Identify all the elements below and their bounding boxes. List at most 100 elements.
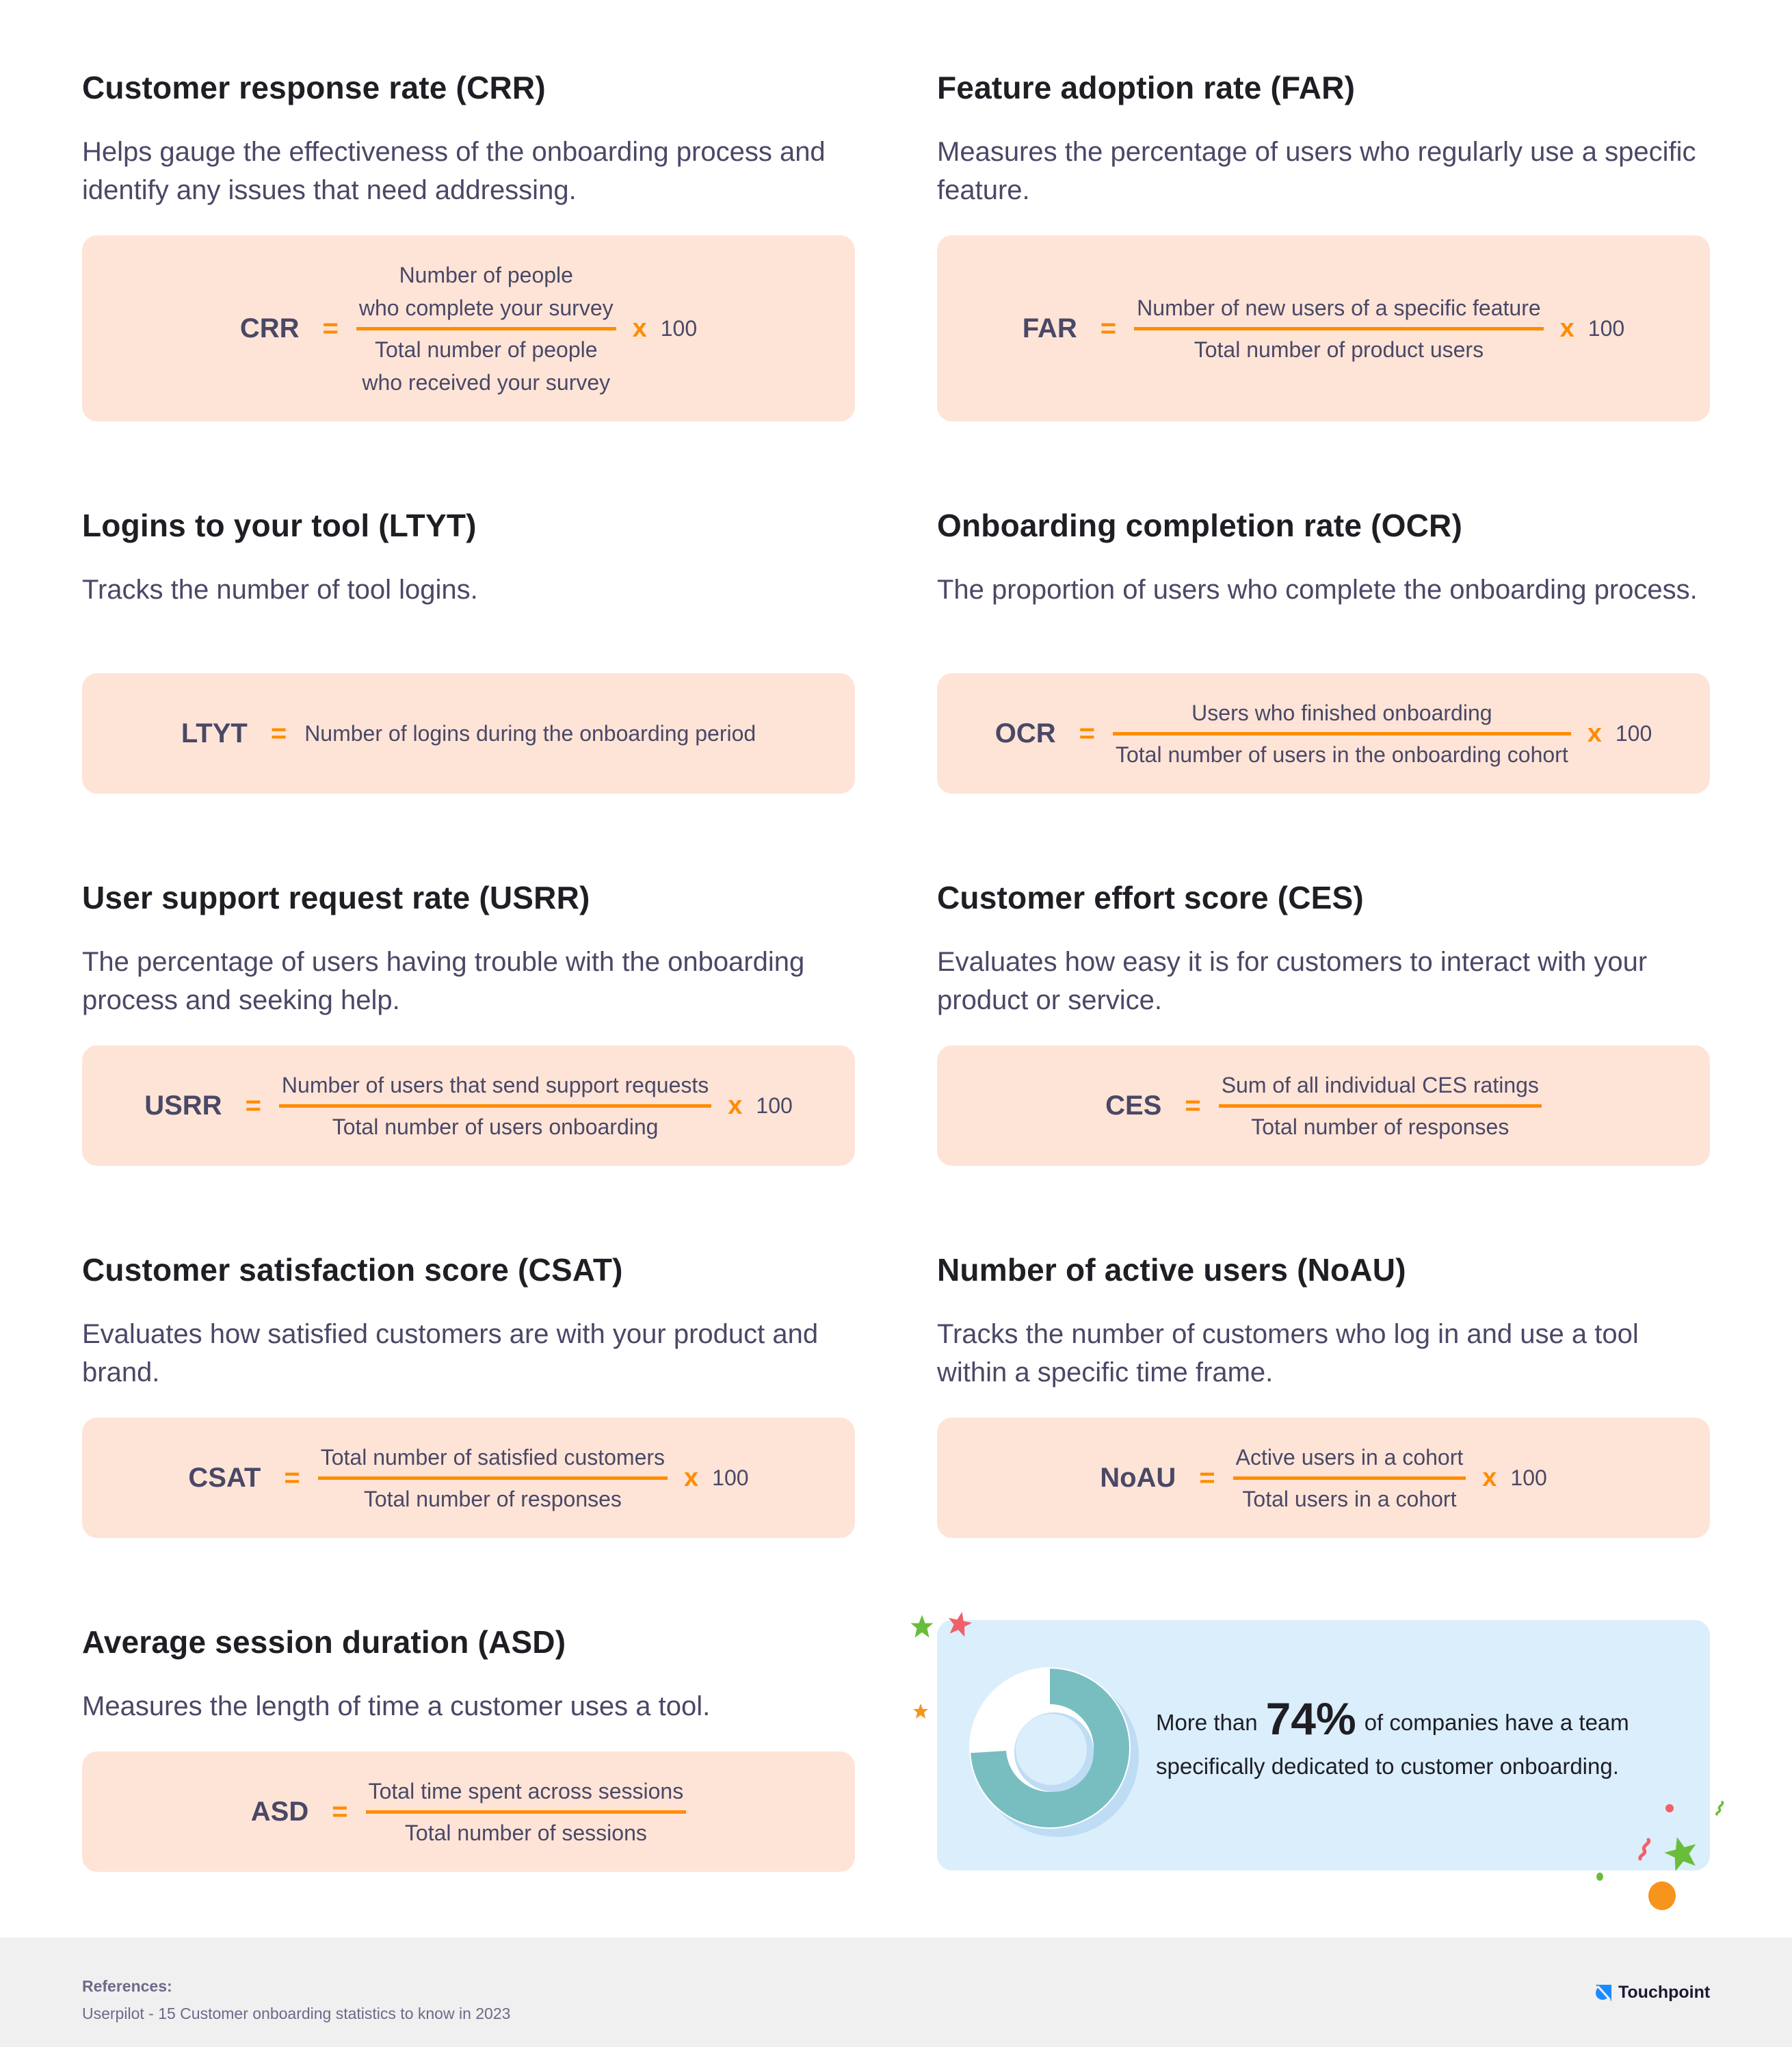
formula-box-csat: CSAT = Total number of satisfied custome… <box>82 1418 855 1538</box>
formula-box-ltyt: LTYT = Number of logins during the onboa… <box>82 673 855 794</box>
footer: References: Userpilot - 15 Customer onbo… <box>0 1938 1792 2047</box>
multiplier: 100 <box>660 315 698 341</box>
multiplier: 100 <box>712 1465 749 1490</box>
stat-text: More than 74% of companies have a team spe… <box>1156 1696 1696 1788</box>
star-icon <box>1664 1836 1696 1870</box>
confetti-squiggle <box>1638 1838 1651 1861</box>
confetti-dot <box>1665 1804 1674 1812</box>
formula: CRR = Number of people who complete your… <box>240 259 697 399</box>
equals-sign: = <box>1199 1462 1215 1493</box>
metric-title: Feature adoption rate (FAR) <box>937 70 1356 105</box>
metric-ocr: Onboarding completion rate (OCR) The pro… <box>937 506 1710 609</box>
numerator: Active users in a cohort <box>1235 1444 1464 1470</box>
fraction-bar <box>1218 1104 1542 1108</box>
formula-abbr: FAR <box>1022 313 1077 343</box>
denominator: Total number of sessions <box>404 1820 647 1845</box>
numerator-line-1: Number of people <box>399 262 573 287</box>
metric-title: Customer response rate (CRR) <box>82 70 546 105</box>
metric-title: Average session duration (ASD) <box>82 1624 566 1660</box>
denominator: Total users in a cohort <box>1242 1486 1457 1511</box>
formula-abbr: CRR <box>239 313 300 343</box>
numerator-line-2: who complete your survey <box>358 295 614 320</box>
star-icon <box>948 1611 973 1637</box>
times-sign: x <box>684 1463 699 1492</box>
multiplier: 100 <box>756 1093 793 1118</box>
equals-sign: = <box>1185 1090 1201 1121</box>
numerator: Total number of satisfied customers <box>320 1444 666 1470</box>
fraction: Active users in a cohort Total users in … <box>1233 1441 1466 1515</box>
metric-description: Evaluates how easy it is for customers t… <box>937 947 1648 1015</box>
metric-description: Measures the percentage of users who reg… <box>937 137 1696 205</box>
denominator: Total number of product users <box>1194 337 1484 362</box>
metric-ces: Customer effort score (CES) Evaluates ho… <box>937 878 1710 1019</box>
fraction-bar <box>278 1104 712 1108</box>
fraction-bar <box>1134 326 1544 330</box>
formula-abbr: CSAT <box>188 1462 261 1493</box>
metric-usrr: User support request rate (USRR) The per… <box>82 878 855 1019</box>
fraction: Number of people who complete your surve… <box>356 259 616 399</box>
stat-value: 74% <box>1265 1693 1356 1744</box>
confetti-dot <box>1648 1881 1676 1910</box>
metric-crr: Customer response rate (CRR) Helps gauge… <box>82 68 855 209</box>
multiplier: 100 <box>1587 315 1625 341</box>
formula: OCR = Users who finished onboarding Tota… <box>995 696 1652 771</box>
equals-sign: = <box>284 1462 300 1493</box>
stat-prefix: More than <box>1156 1710 1258 1735</box>
formula: USRR = Number of users that send support… <box>144 1069 793 1143</box>
formula: FAR = Number of new users of a specific … <box>1023 291 1624 366</box>
metric-noau: Number of active users (NoAU) Tracks the… <box>937 1251 1710 1392</box>
times-sign: x <box>632 313 647 343</box>
reference-link[interactable]: Userpilot - 15 Customer onboarding stati… <box>82 2005 510 2023</box>
fraction: Users who finished onboarding Total numb… <box>1112 696 1571 771</box>
formula-box-usrr: USRR = Number of users that send support… <box>82 1045 855 1166</box>
times-sign: x <box>1482 1463 1497 1492</box>
brand[interactable]: Touchpoint <box>1595 1983 1710 2003</box>
denominator: Total number of users onboarding <box>332 1114 659 1139</box>
formula-abbr: NoAU <box>1100 1462 1176 1493</box>
numerator: Users who finished onboarding <box>1191 700 1492 725</box>
formula-box-far: FAR = Number of new users of a specific … <box>937 235 1710 421</box>
confetti-dot <box>1596 1873 1603 1881</box>
numerator: Number of new users of a specific featur… <box>1137 295 1541 320</box>
fraction: Number of users that send support reques… <box>278 1069 712 1143</box>
metric-asd: Average session duration (ASD) Measures … <box>82 1623 855 1725</box>
multiplier: 100 <box>1510 1465 1547 1490</box>
formula-box-crr: CRR = Number of people who complete your… <box>82 235 855 421</box>
equals-sign: = <box>270 718 287 748</box>
formula: CES = Sum of all individual CES ratings … <box>1105 1069 1542 1143</box>
brand-name: Touchpoint <box>1618 1983 1711 2002</box>
equals-sign: = <box>1079 718 1095 748</box>
formula: LTYT = Number of logins during the onboa… <box>181 718 756 749</box>
star-icon <box>913 1704 928 1719</box>
formula-expression: Number of logins during the onboarding p… <box>304 720 756 746</box>
times-sign: x <box>1559 313 1574 343</box>
formula-box-ocr: OCR = Users who finished onboarding Tota… <box>937 673 1710 794</box>
formula-abbr: ASD <box>250 1796 309 1827</box>
stat-suffix-line-1: of companies have a team <box>1364 1710 1629 1735</box>
formula-box-asd: ASD = Total time spent across sessions T… <box>82 1751 855 1872</box>
metric-description: Tracks the number of customers who log i… <box>937 1319 1639 1387</box>
metric-description: Evaluates how satisfied customers are wi… <box>82 1319 819 1387</box>
metric-title: Customer satisfaction score (CSAT) <box>82 1252 623 1288</box>
touchpoint-logo-icon <box>1596 1984 1611 2001</box>
denominator-line-2: who received your survey <box>362 369 611 395</box>
denominator-line-1: Total number of people <box>374 337 598 362</box>
denominator: Total number of responses <box>1251 1114 1510 1139</box>
fraction: Total time spent across sessions Total n… <box>365 1775 687 1849</box>
metric-title: Logins to your tool (LTYT) <box>82 508 477 543</box>
fraction-bar <box>356 326 616 330</box>
formula-abbr: USRR <box>144 1090 222 1121</box>
fraction: Number of new users of a specific featur… <box>1134 291 1544 366</box>
metric-far: Feature adoption rate (FAR) Measures the… <box>937 68 1710 209</box>
metric-description: Measures the length of time a customer u… <box>82 1691 711 1721</box>
denominator: Total number of users in the onboarding … <box>1115 742 1568 767</box>
times-sign: x <box>728 1091 743 1120</box>
formula-abbr: LTYT <box>181 718 248 748</box>
metric-description: Tracks the number of tool logins. <box>82 575 478 605</box>
equals-sign: = <box>332 1796 348 1827</box>
formula: ASD = Total time spent across sessions T… <box>250 1775 687 1849</box>
star-icon <box>910 1615 934 1638</box>
fraction-bar <box>1233 1476 1466 1480</box>
formula-box-ces: CES = Sum of all individual CES ratings … <box>937 1045 1710 1166</box>
donut-chart <box>969 1667 1139 1837</box>
